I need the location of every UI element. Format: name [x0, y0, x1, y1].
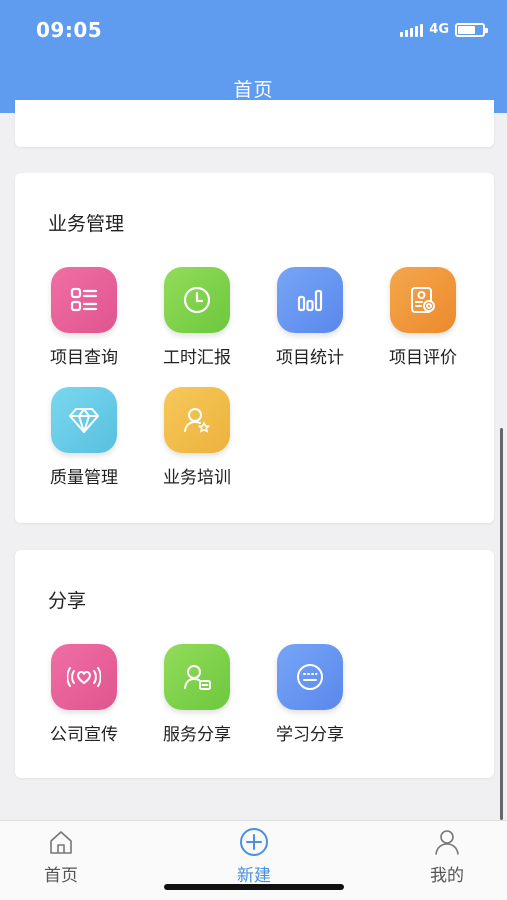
- status-time: 09:05: [36, 18, 103, 42]
- quality-management-tile[interactable]: 质量管理: [29, 387, 139, 488]
- bar-chart-icon: [277, 267, 343, 333]
- business-title: 业务管理: [48, 213, 125, 235]
- project-query-tile[interactable]: 项目查询: [29, 267, 139, 368]
- project-review-tile[interactable]: 项目评价: [368, 267, 478, 368]
- document-badge-icon: [390, 267, 456, 333]
- tab-new-label: 新建: [237, 866, 271, 886]
- service-share-tile[interactable]: 服务分享: [142, 644, 252, 745]
- project-query-label: 项目查询: [50, 348, 118, 368]
- project-stats-tile[interactable]: 项目统计: [255, 267, 365, 368]
- share-title: 分享: [48, 590, 87, 612]
- battery-icon: [455, 22, 488, 37]
- company-promo-label: 公司宣传: [50, 725, 118, 745]
- tab-new[interactable]: 新建: [214, 827, 294, 886]
- business-training-label: 业务培训: [163, 468, 231, 488]
- project-stats-label: 项目统计: [276, 348, 344, 368]
- service-share-label: 服务分享: [163, 725, 231, 745]
- project-review-label: 项目评价: [389, 348, 457, 368]
- hours-report-label: 工时汇报: [163, 348, 231, 368]
- home-indicator: [164, 884, 344, 890]
- quality-management-label: 质量管理: [50, 468, 118, 488]
- user-star-icon: [164, 387, 230, 453]
- signal-icon: [400, 23, 424, 37]
- tab-mine-label: 我的: [430, 866, 464, 886]
- add-circle-icon: [240, 828, 268, 856]
- previous-card: [15, 100, 494, 147]
- user-card-icon: [164, 644, 230, 710]
- keyboard-bubble-icon: [277, 644, 343, 710]
- business-card: 业务管理 项目查询 工时汇报 项目统计 项目评价 质量管理 业务培训: [15, 173, 494, 523]
- tab-mine[interactable]: 我的: [407, 827, 487, 886]
- network-type: 4G: [429, 22, 449, 37]
- hours-report-tile[interactable]: 工时汇报: [142, 267, 252, 368]
- tab-home-label: 首页: [44, 866, 78, 886]
- learning-share-tile[interactable]: 学习分享: [255, 644, 365, 745]
- list-grid-icon: [51, 267, 117, 333]
- home-icon: [50, 831, 72, 854]
- broadcast-heart-icon: [51, 644, 117, 710]
- share-card: 分享 公司宣传 服务分享 学习分享: [15, 550, 494, 778]
- page-title: 首页: [233, 79, 274, 101]
- business-training-tile[interactable]: 业务培训: [142, 387, 252, 488]
- clock-icon: [164, 267, 230, 333]
- company-promo-tile[interactable]: 公司宣传: [29, 644, 139, 745]
- app-header: 09:05 4G 首页: [0, 0, 507, 113]
- learning-share-label: 学习分享: [276, 725, 344, 745]
- tab-home[interactable]: 首页: [21, 827, 101, 886]
- diamond-icon: [51, 387, 117, 453]
- user-icon: [435, 830, 459, 855]
- scrollbar[interactable]: [500, 428, 503, 820]
- status-icons: 4G: [400, 22, 488, 37]
